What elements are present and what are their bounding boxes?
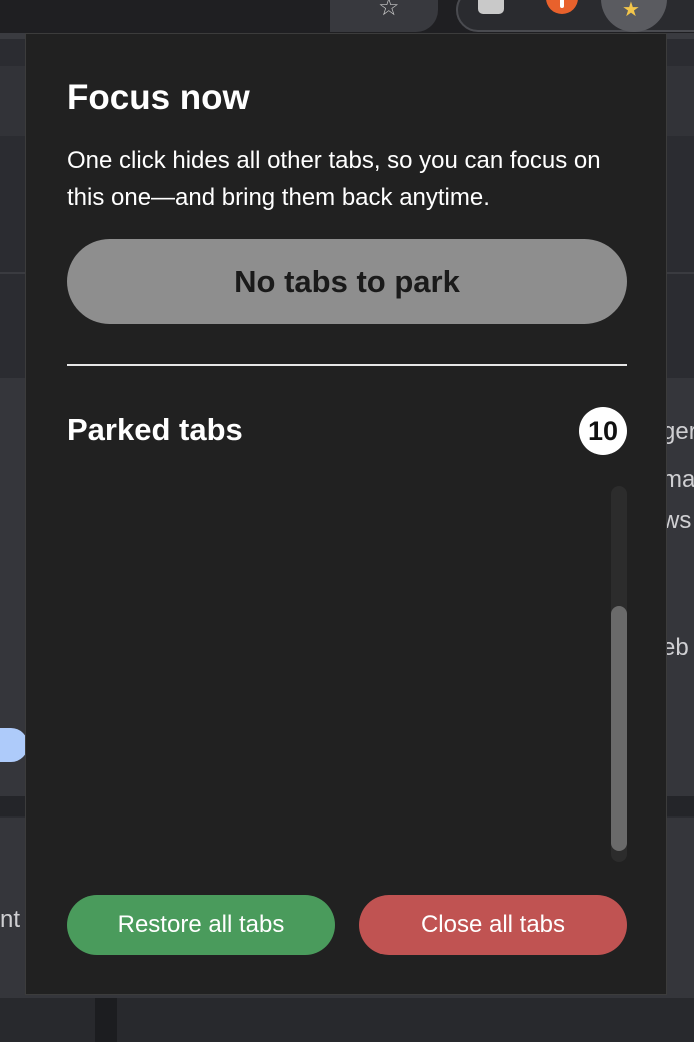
popup-title: Focus now xyxy=(67,78,250,117)
section-divider xyxy=(67,364,627,366)
parked-tabs-list[interactable] xyxy=(67,486,627,862)
focus-extension-icon: ★ xyxy=(622,0,640,21)
popup-description: One click hides all other tabs, so you c… xyxy=(67,147,601,211)
focus-popup: Focus now One click hides all other tabs… xyxy=(25,33,667,995)
bookmark-star-icon[interactable]: ☆ xyxy=(378,0,400,22)
park-tabs-button[interactable]: No tabs to park xyxy=(67,239,627,324)
parked-count-badge: 10 xyxy=(579,407,627,455)
parked-tabs-heading: Parked tabs xyxy=(67,412,243,447)
restore-all-button[interactable]: Restore all tabs xyxy=(67,895,335,955)
bg-column-divider xyxy=(95,998,117,1042)
close-all-button[interactable]: Close all tabs xyxy=(359,895,627,955)
bg-text: nt xyxy=(0,906,21,933)
scrollbar-thumb[interactable] xyxy=(611,606,627,851)
extension-icon[interactable] xyxy=(478,0,504,14)
